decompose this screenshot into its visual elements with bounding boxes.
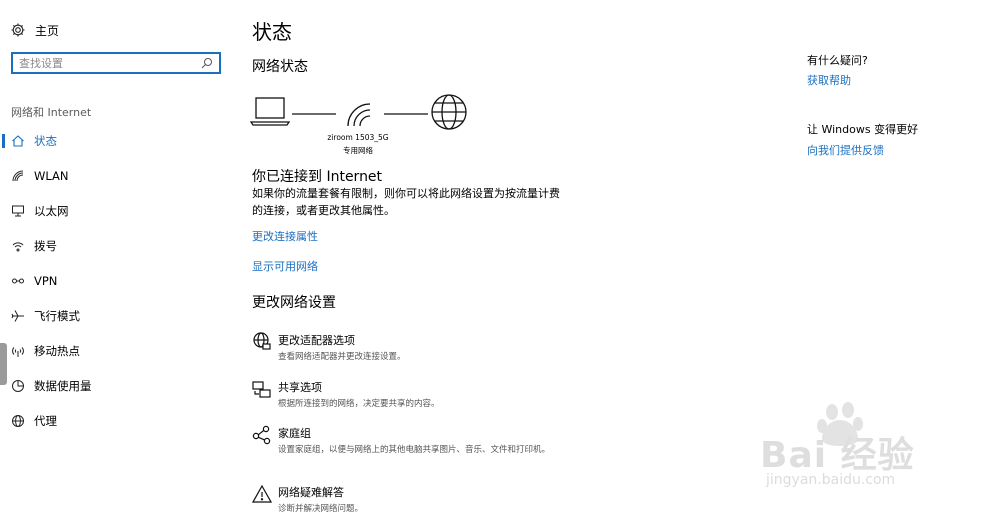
sidebar-item-dialup[interactable]: 拨号 [0, 234, 230, 258]
baidu-jingyan-watermark: Bai 经验 jingyan.baidu.com [760, 398, 970, 498]
hotspot-icon [11, 344, 25, 358]
option-description: 根据所连接到的网络，决定要共享的内容。 [278, 399, 440, 409]
option-homegroup[interactable]: 家庭组 设置家庭组，以便与网络上的其他电脑共享图片、音乐、文件和打印机。 [252, 425, 578, 456]
wifi-signal-icon [347, 103, 371, 127]
sidebar-item-label: 状态 [34, 134, 57, 148]
network-type: 专用网络 [343, 146, 373, 155]
home-status-icon [11, 134, 25, 148]
search-icon[interactable] [201, 57, 213, 69]
ethernet-icon [11, 204, 25, 218]
data-usage-icon [11, 379, 25, 393]
option-title: 更改适配器选项 [278, 334, 355, 347]
internet-globe-icon [431, 94, 467, 130]
warning-icon [252, 484, 272, 504]
sidebar-home[interactable]: 主页 [10, 20, 59, 40]
feedback-link[interactable]: 向我们提供反馈 [807, 142, 884, 158]
sidebar-item-ethernet[interactable]: 以太网 [0, 199, 230, 223]
sidebar-item-label: 拨号 [34, 239, 57, 253]
option-description: 设置家庭组，以便与网络上的其他电脑共享图片、音乐、文件和打印机。 [278, 445, 551, 455]
sidebar-item-label: 数据使用量 [34, 379, 92, 393]
dialup-icon [11, 239, 25, 253]
adapter-globe-icon [252, 332, 272, 352]
option-troubleshoot[interactable]: 网络疑难解答 诊断并解决网络问题。 [252, 484, 578, 515]
sidebar-item-label: WLAN [34, 169, 69, 183]
sidebar-item-status[interactable]: 状态 [0, 129, 230, 153]
sidebar-item-label: 移动热点 [34, 344, 80, 358]
watermark-url: jingyan.baidu.com [766, 472, 896, 488]
sharing-icon [252, 379, 272, 399]
sidebar-item-label: 飞行模式 [34, 309, 80, 323]
vpn-icon [11, 274, 25, 288]
change-connection-properties-link[interactable]: 更改连接属性 [252, 228, 318, 244]
sidebar-item-wlan[interactable]: WLAN [0, 164, 230, 188]
network-diagram [249, 94, 472, 138]
laptop-icon [249, 97, 291, 126]
get-help-link[interactable]: 获取帮助 [807, 72, 851, 88]
sidebar-item-data-usage[interactable]: 数据使用量 [0, 374, 230, 398]
proxy-globe-icon [11, 414, 25, 428]
sidebar-item-vpn[interactable]: VPN [0, 269, 230, 293]
search-input[interactable] [19, 56, 201, 70]
gear-icon [10, 22, 26, 38]
sidebar-section-label: 网络和 Internet [11, 106, 92, 119]
change-settings-heading: 更改网络设置 [252, 295, 336, 311]
show-available-networks-link[interactable]: 显示可用网络 [252, 258, 318, 274]
option-adapter[interactable]: 更改适配器选项 查看网络适配器并更改连接设置。 [252, 332, 578, 363]
homegroup-icon [252, 425, 272, 445]
connected-heading: 你已连接到 Internet [252, 169, 383, 185]
question-heading: 有什么疑问? [807, 54, 868, 67]
sidebar-item-hotspot[interactable]: 移动热点 [0, 339, 230, 363]
network-status-heading: 网络状态 [252, 59, 308, 75]
connected-description: 如果你的流量套餐有限制，则你可以将此网络设置为按流量计费的连接，或者更改其他属性… [252, 187, 560, 217]
sidebar-item-label: 代理 [34, 414, 57, 428]
side-edge-tab[interactable] [0, 343, 7, 385]
option-description: 查看网络适配器并更改连接设置。 [278, 352, 406, 362]
sidebar-item-label: VPN [34, 274, 58, 288]
wifi-icon [11, 169, 25, 183]
watermark-brand: Bai 经验 [760, 435, 915, 476]
improve-windows-heading: 让 Windows 变得更好 [807, 123, 919, 136]
sidebar-item-proxy[interactable]: 代理 [0, 409, 230, 433]
option-title: 家庭组 [278, 427, 311, 440]
active-indicator [2, 134, 5, 148]
sidebar-item-label: 以太网 [34, 204, 69, 218]
sidebar-item-airplane[interactable]: 飞行模式 [0, 304, 230, 328]
option-title: 网络疑难解答 [278, 486, 344, 499]
page-title: 状态 [252, 20, 292, 44]
search-box[interactable] [11, 52, 221, 74]
option-description: 诊断并解决网络问题。 [278, 504, 364, 514]
option-sharing[interactable]: 共享选项 根据所连接到的网络，决定要共享的内容。 [252, 379, 578, 410]
option-title: 共享选项 [278, 381, 322, 394]
sidebar-home-label: 主页 [35, 23, 60, 38]
airplane-icon [11, 309, 25, 323]
network-name: ziroom 1503_5G [327, 133, 389, 142]
